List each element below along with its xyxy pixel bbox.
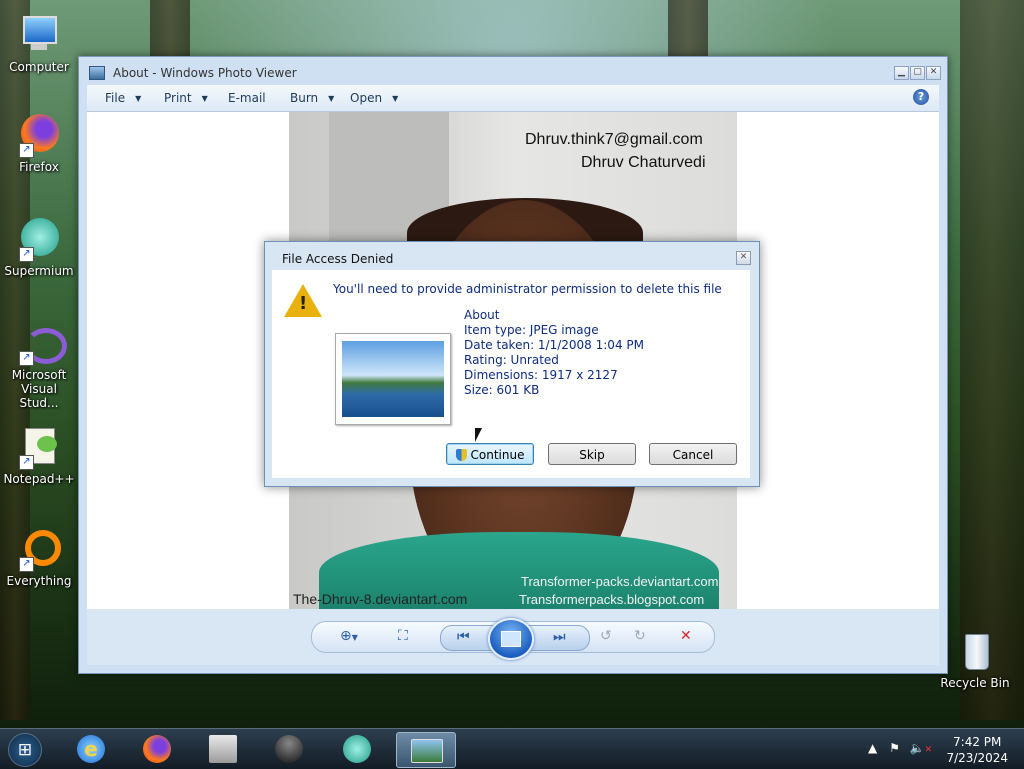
internet-explorer-icon: e <box>77 735 105 763</box>
dialog-body: ! You'll need to provide administrator p… <box>272 270 750 478</box>
file-size: Size: 601 KB <box>464 383 540 397</box>
file-date-taken: Date taken: 1/1/2008 1:04 PM <box>464 338 644 352</box>
start-button[interactable]: ⊞ <box>8 733 42 767</box>
clock-date: 7/23/2024 <box>946 751 1008 765</box>
menu-print[interactable]: Print ▼ <box>164 91 208 105</box>
supermium-icon <box>343 735 371 763</box>
menu-burn[interactable]: Burn ▼ <box>290 91 334 105</box>
dialog-message: You'll need to provide administrator per… <box>333 282 722 296</box>
actual-size-icon[interactable]: ⛶ <box>398 628 408 644</box>
chevron-down-icon: ▼ <box>328 94 335 103</box>
close-button[interactable]: ✕ <box>926 66 941 80</box>
menu-email[interactable]: E-mail <box>228 91 266 105</box>
windows-logo-icon: ⊞ <box>17 740 33 760</box>
desktop-icon-notepadpp[interactable]: ↗ Notepad++ <box>1 426 77 486</box>
clock-time: 7:42 PM <box>953 735 1002 749</box>
desktop-icon-label: Microsoft Visual Stud... <box>11 368 67 410</box>
visual-studio-icon: ↗ <box>17 322 67 366</box>
firefox-icon <box>143 735 171 763</box>
desktop-icon-recycle-bin[interactable]: Recycle Bin <box>937 630 1013 690</box>
watermark-site2: Transformerpacks.blogspot.com <box>519 592 705 607</box>
chevron-down-icon: ▼ <box>392 94 399 103</box>
cancel-button[interactable]: Cancel <box>649 443 737 465</box>
desktop-icon-label: Computer <box>9 60 69 74</box>
mouse-cursor-icon <box>475 428 482 442</box>
notepadpp-icon: ↗ <box>17 426 61 470</box>
file-thumbnail <box>335 333 451 425</box>
continue-button[interactable]: Continue <box>446 443 534 465</box>
everything-icon: ↗ <box>17 528 61 572</box>
desktop-icon-computer[interactable]: Computer <box>1 14 77 74</box>
watermark-site1: Transformer-packs.deviantart.com <box>521 574 719 589</box>
desktop-icon-label: Notepad++ <box>3 472 75 486</box>
firefox-icon: ↗ <box>17 114 61 158</box>
taskbar: ⊞ e ▲ ⚑ 🔈✕ 7:42 PM 7/23/2024 <box>0 728 1024 769</box>
chevron-down-icon: ▼ <box>201 94 208 103</box>
file-info: About Item type: JPEG image Date taken: … <box>464 308 644 398</box>
minimize-button[interactable]: ▁ <box>894 66 909 80</box>
computer-icon <box>17 14 61 58</box>
taskbar-libraries[interactable] <box>200 732 246 766</box>
desktop-icon-firefox[interactable]: ↗ Firefox <box>1 114 77 174</box>
playback-controls: ⊕▼ ⛶ ⏮ ⏭ ↺ ↻ ✕ <box>87 609 939 665</box>
taskbar-photo-viewer[interactable] <box>396 732 456 768</box>
delete-icon[interactable]: ✕ <box>680 628 692 644</box>
taskbar-app[interactable] <box>266 732 312 766</box>
taskbar-firefox[interactable] <box>134 732 180 766</box>
library-icon <box>209 735 237 763</box>
watermark-site3: The-Dhruv-8.deviantart.com <box>293 591 468 607</box>
desktop-icon-label: Everything <box>6 574 72 588</box>
supermium-icon: ↗ <box>17 218 61 262</box>
file-name: About <box>464 308 500 322</box>
file-rating: Rating: Unrated <box>464 353 559 367</box>
taskbar-internet-explorer[interactable]: e <box>68 732 114 766</box>
desktop-icon-visual-studio[interactable]: ↗ Microsoft Visual Stud... <box>1 322 77 410</box>
slideshow-button[interactable] <box>488 618 534 660</box>
warning-icon: ! <box>284 284 322 317</box>
desktop-icon-supermium[interactable]: ↗ Supermium <box>1 218 77 278</box>
menu-file[interactable]: File ▼ <box>105 91 141 105</box>
file-access-denied-dialog: File Access Denied ✕ ! You'll need to pr… <box>264 241 760 487</box>
desktop-icon-everything[interactable]: ↗ Everything <box>1 528 77 588</box>
dialog-close-button[interactable]: ✕ <box>736 251 751 265</box>
slideshow-icon <box>501 631 521 647</box>
watermark-name: Dhruv Chaturvedi <box>581 154 706 171</box>
rotate-ccw-icon[interactable]: ↺ <box>600 628 612 644</box>
recycle-bin-icon <box>953 630 997 674</box>
uac-shield-icon <box>455 449 467 461</box>
title-bar[interactable]: About - Windows Photo Viewer ▁ ▢ ✕ <box>79 57 947 85</box>
next-icon[interactable]: ⏭ <box>553 629 566 645</box>
rotate-cw-icon[interactable]: ↻ <box>634 628 646 644</box>
app-orb-icon <box>275 735 303 763</box>
file-dimensions: Dimensions: 1917 x 2127 <box>464 368 618 382</box>
command-bar: File ▼ Print ▼ E-mail Burn ▼ Open ▼ ? <box>87 85 939 112</box>
photo-viewer-icon <box>411 739 443 763</box>
dialog-title: File Access Denied <box>282 252 394 266</box>
desktop-icon-label: Supermium <box>4 264 74 278</box>
previous-icon[interactable]: ⏮ <box>457 629 470 645</box>
skip-button[interactable]: Skip <box>548 443 636 465</box>
action-center-flag-icon[interactable]: ⚑ <box>889 741 900 755</box>
watermark-email: Dhruv.think7@gmail.com <box>525 131 703 148</box>
show-hidden-icons-icon[interactable]: ▲ <box>868 741 877 755</box>
zoom-icon[interactable]: ⊕▼ <box>340 628 358 644</box>
volume-muted-icon[interactable]: 🔈✕ <box>910 741 933 755</box>
help-icon[interactable]: ? <box>913 89 929 105</box>
desktop-icon-label: Firefox <box>19 160 59 174</box>
clock[interactable]: 7:42 PM 7/23/2024 <box>946 734 1008 766</box>
window-title: About - Windows Photo Viewer <box>113 66 297 80</box>
desktop-icon-label: Recycle Bin <box>940 676 1010 690</box>
chevron-down-icon: ▼ <box>135 94 142 103</box>
photo-viewer-icon <box>89 66 105 80</box>
file-item-type: Item type: JPEG image <box>464 323 599 337</box>
taskbar-supermium[interactable] <box>334 732 380 766</box>
menu-open[interactable]: Open ▼ <box>350 91 398 105</box>
tray: ▲ ⚑ 🔈✕ <box>868 741 932 755</box>
maximize-button[interactable]: ▢ <box>910 66 925 80</box>
